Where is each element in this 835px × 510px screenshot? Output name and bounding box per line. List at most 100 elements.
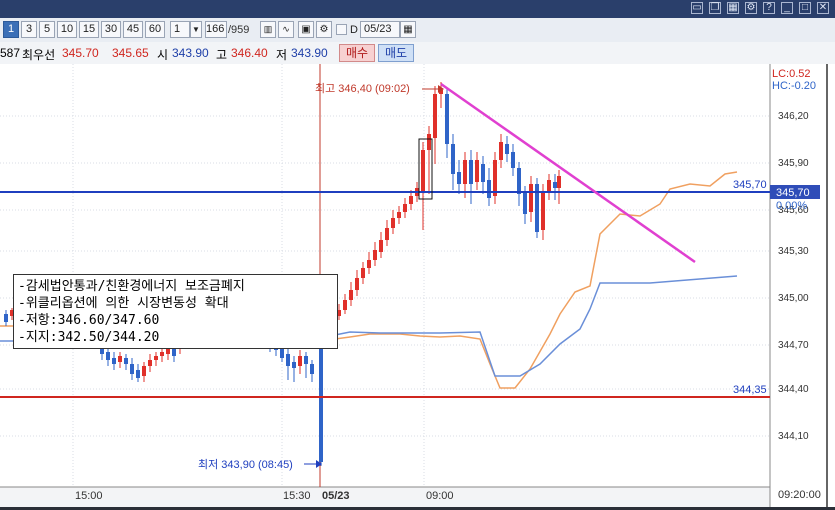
candle-body	[124, 358, 128, 364]
calendar-icon[interactable]: ▦	[400, 21, 416, 38]
price-tick: 344,70	[778, 340, 809, 351]
low-price: 343.90	[291, 46, 328, 60]
time-tick: 09:00	[426, 490, 454, 502]
multiplier-select[interactable]: 1	[170, 21, 190, 38]
candle-body	[136, 370, 140, 378]
candle-body	[298, 356, 302, 366]
count-total: /959	[228, 24, 250, 36]
layout-icon[interactable]: ▭	[691, 2, 703, 14]
window-titlebar: ▭ ❐ ▦ ⚙ ? _ □ ✕	[0, 0, 835, 18]
candle-body	[421, 150, 425, 192]
candle-body	[292, 362, 296, 368]
copy-icon[interactable]: ❐	[709, 2, 721, 14]
note-line: -감세법안통과/친환경에너지 보조금폐지	[18, 279, 245, 294]
note-line: -지지:342.50/344.20	[18, 330, 160, 345]
date-checkbox-label: D	[350, 24, 358, 36]
price-tick: 345,30	[778, 246, 809, 257]
time-tick: 15:00	[75, 490, 103, 502]
candle-body	[475, 160, 479, 182]
maximize-icon[interactable]: □	[799, 2, 811, 14]
candle-body	[361, 268, 365, 278]
gear-icon[interactable]: ⚙	[316, 21, 332, 38]
candle-body	[553, 182, 557, 188]
candle-body	[286, 354, 290, 366]
minimize-icon[interactable]: _	[781, 2, 793, 14]
hc-label: HC:-0.20	[772, 80, 816, 92]
candle-type-icon[interactable]: ▥	[260, 21, 276, 38]
interval-button-60[interactable]: 60	[145, 21, 165, 38]
candle-body	[280, 348, 284, 358]
interval-button-5[interactable]: 5	[39, 21, 55, 38]
candle-body	[373, 250, 377, 260]
open-label: 시	[157, 48, 169, 62]
note-line: -위클리옵션에 의한 시장변동성 확대	[18, 296, 229, 311]
candle-body	[493, 160, 497, 196]
candle-body	[529, 184, 533, 212]
close-icon[interactable]: ✕	[817, 2, 829, 14]
analysis-note: -감세법안통과/친환경에너지 보조금폐지 -위클리옵션에 의한 시장변동성 확대…	[13, 274, 338, 349]
ask-price: 345.70	[62, 46, 99, 60]
candle-body	[511, 152, 515, 168]
price-tick: 344,10	[778, 431, 809, 442]
interval-button-30[interactable]: 30	[101, 21, 121, 38]
candle-body	[557, 176, 561, 188]
candle-body	[481, 164, 485, 182]
interval-button-15[interactable]: 15	[79, 21, 99, 38]
candle-body	[154, 356, 158, 360]
candle-body	[304, 356, 308, 364]
candle-body	[106, 352, 110, 360]
candle-body	[355, 278, 359, 290]
interval-button-1[interactable]: 1	[3, 21, 19, 38]
price-tick: 345,00	[778, 293, 809, 304]
interval-button-10[interactable]: 10	[57, 21, 77, 38]
line-type-icon[interactable]: ∿	[278, 21, 294, 38]
interval-button-3[interactable]: 3	[21, 21, 37, 38]
candle-body	[403, 204, 407, 212]
date-checkbox[interactable]	[336, 24, 347, 35]
candle-body	[349, 290, 353, 300]
candle-body	[499, 142, 503, 160]
grid-icon[interactable]: ▦	[727, 2, 739, 14]
price-chart[interactable]: 346,20 345,90 345,60 345,30 345,00 344,7…	[0, 64, 835, 507]
open-price: 343.90	[172, 46, 209, 60]
high-label: 고	[216, 48, 228, 62]
chevron-down-icon[interactable]: ▼	[190, 21, 202, 38]
time-axis-area	[0, 487, 770, 507]
candle-body	[487, 180, 491, 198]
interval-button-45[interactable]: 45	[123, 21, 143, 38]
candle-body	[112, 358, 116, 364]
candle-body	[505, 144, 509, 154]
best-price-label: 최우선	[22, 48, 56, 62]
red-line-label: 344,35	[733, 384, 767, 396]
candle-body	[547, 180, 551, 192]
settings-icon[interactable]: ⚙	[745, 2, 757, 14]
blue-line-label: 345,70	[733, 179, 767, 191]
time-tick: 05/23	[322, 490, 350, 502]
candle-body	[385, 228, 389, 240]
low-label: 저	[276, 48, 288, 62]
price-tick: 344,40	[778, 384, 809, 395]
candle-body	[148, 360, 152, 366]
candle-body	[427, 134, 431, 150]
note-line: -저항:346.60/347.60	[18, 313, 160, 328]
current-time: 09:20:00	[778, 489, 821, 501]
candle-body	[172, 348, 176, 356]
candle-body	[445, 94, 449, 144]
candle-body	[397, 212, 401, 218]
high-annotation: 최고 346,40 (09:02)	[315, 82, 410, 95]
candle-body	[517, 168, 521, 194]
candle-body	[343, 300, 347, 310]
count-input[interactable]: 166	[205, 21, 227, 38]
candle-body	[457, 172, 461, 184]
help-icon[interactable]: ?	[763, 2, 775, 14]
candle-body	[409, 196, 413, 204]
buy-button[interactable]: 매수	[339, 44, 375, 62]
date-input[interactable]: 05/23	[360, 21, 400, 38]
candle-body	[142, 366, 146, 376]
chart-toolbar: 1 3 5 10 15 30 45 60 1 ▼ 166 /959 ▥ ∿ ▣ …	[0, 18, 835, 43]
candle-body	[391, 218, 395, 228]
save-icon[interactable]: ▣	[298, 21, 314, 38]
candle-body	[433, 94, 437, 138]
candle-body	[523, 192, 527, 214]
sell-button[interactable]: 매도	[378, 44, 414, 62]
